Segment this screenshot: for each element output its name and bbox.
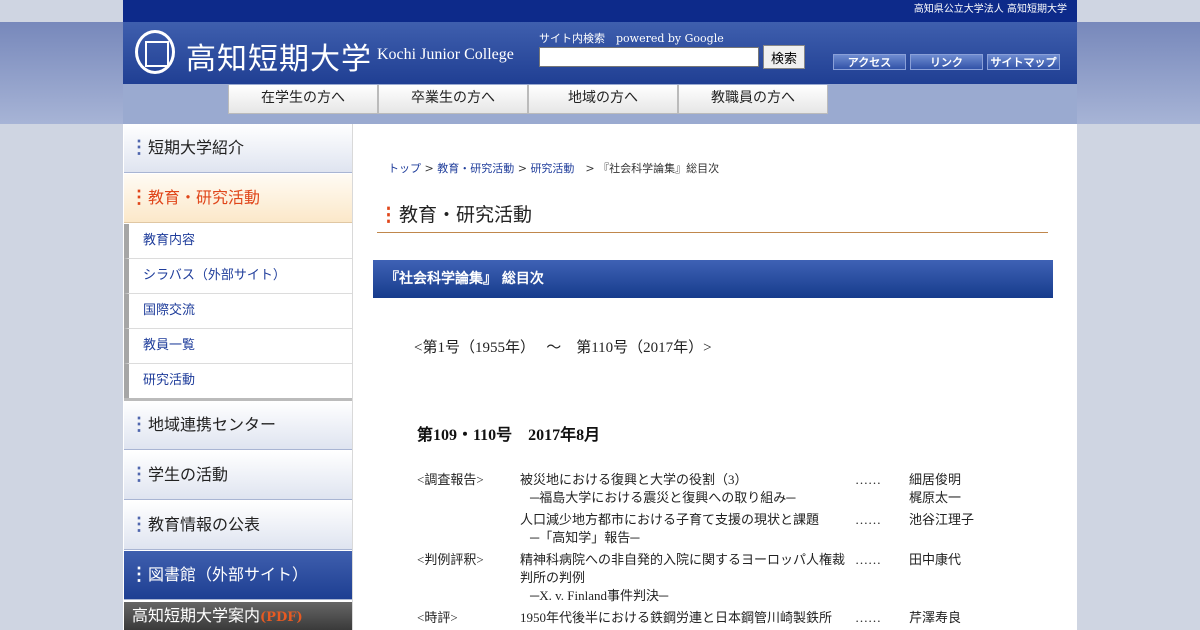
header-side-band <box>1077 22 1200 124</box>
breadcrumb-separator: > <box>574 162 599 175</box>
toc-author: 梶原太一 <box>909 490 962 505</box>
issue-range: <第1号（1955年） ～ 第110号（2017年）> <box>414 340 712 356</box>
toc-author: 細居俊明 <box>909 472 962 487</box>
guide-pdf-banner[interactable]: 高知短期大学案内(PDF) <box>124 602 352 630</box>
breadcrumb-top-link[interactable]: トップ <box>388 162 421 175</box>
toc-subtitle: ─「高知学」報告─ <box>530 530 640 545</box>
banner-pdf-label: (PDF) <box>260 610 303 625</box>
toc-leader: …… <box>855 512 881 527</box>
sidebar-subitem-curriculum[interactable]: 教育内容 <box>124 224 352 259</box>
toc-category: <調査報告> <box>417 472 484 487</box>
sidebar-subitem-faculty[interactable]: 教員一覧 <box>124 329 352 364</box>
page-background <box>1077 0 1200 22</box>
banner-text: 高知短期大学案内 <box>132 606 261 625</box>
nav-tab-graduates[interactable]: 卒業生の方へ <box>378 85 528 114</box>
toc-leader: …… <box>855 472 881 487</box>
header-side-band <box>0 22 123 124</box>
issue-heading: 第109・110号 2017年8月 <box>417 427 601 444</box>
sidebar-subitem-international[interactable]: 国際交流 <box>124 294 352 329</box>
breadcrumb: トップ > 教育・研究活動 > 研究活動 > 『社会科学論集』総目次 <box>388 160 719 176</box>
toc-title: 被災地における復興と大学の役割（3） <box>520 472 748 487</box>
search-label: サイト内検索 powered by Google <box>539 32 724 45</box>
sidebar-item-disclosure[interactable]: 教育情報の公表 <box>124 501 352 550</box>
toc-title: 人口減少地方都市における子育て支援の現状と課題 <box>520 512 820 527</box>
toc-subtitle: ─X. v. Finland事件判決─ <box>530 588 669 603</box>
toc-title: 精神科病院への非自発的入院に関するヨーロッパ人権裁 <box>520 552 846 567</box>
org-name: 高知県公立大学法人 高知短期大学 <box>913 4 1067 15</box>
sidebar-item-student-activities[interactable]: 学生の活動 <box>124 451 352 500</box>
toc-leader: …… <box>855 610 881 625</box>
divider <box>352 124 353 630</box>
toc-leader: …… <box>855 552 881 567</box>
college-seal-icon[interactable] <box>135 30 175 74</box>
toc-author: 田中康代 <box>909 552 962 567</box>
breadcrumb-education-link[interactable]: 教育・研究活動 <box>437 162 514 175</box>
top-bar: 高知県公立大学法人 高知短期大学 <box>123 0 1077 22</box>
nav-tab-community[interactable]: 地域の方へ <box>528 85 678 114</box>
search-button[interactable]: 検索 <box>763 45 805 69</box>
access-button[interactable]: アクセス <box>833 54 906 70</box>
breadcrumb-current: 『社会科学論集』総目次 <box>598 162 720 175</box>
section-title: 『社会科学論集』 総目次 <box>373 260 1053 298</box>
sitemap-button[interactable]: サイトマップ <box>987 54 1060 70</box>
toc-subtitle: ─福島大学における震災と復興への取り組み─ <box>530 490 796 505</box>
breadcrumb-separator: > <box>421 162 438 175</box>
nav-tab-staff[interactable]: 教職員の方へ <box>678 85 828 114</box>
toc-category: <時評> <box>417 610 458 625</box>
breadcrumb-separator: > <box>514 162 531 175</box>
toc-author: 芹澤寿良 <box>909 610 962 625</box>
toc-category: <判例評釈> <box>417 552 484 567</box>
logo-text-jp[interactable]: 高知短期大学 <box>186 34 372 78</box>
sidebar-item-regional-center[interactable]: 地域連携センター <box>124 401 352 450</box>
page-background <box>0 0 123 22</box>
sidebar-item-about[interactable]: 短期大学紹介 <box>124 124 352 173</box>
sidebar-item-library[interactable]: 図書館（外部サイト） <box>124 551 352 600</box>
logo-text-en[interactable]: Kochi Junior College <box>377 46 514 64</box>
sidebar-subitem-syllabus[interactable]: シラバス（外部サイト） <box>124 259 352 294</box>
nav-tab-students[interactable]: 在学生の方へ <box>228 85 378 114</box>
sidebar-item-education[interactable]: 教育・研究活動 <box>124 174 352 223</box>
link-button[interactable]: リンク <box>910 54 983 70</box>
page-title: 教育・研究活動 <box>377 200 1048 233</box>
sidebar-subitem-research[interactable]: 研究活動 <box>124 364 352 399</box>
toc-author: 池谷江理子 <box>909 512 975 527</box>
breadcrumb-research-link[interactable]: 研究活動 <box>530 162 574 175</box>
toc-title: 1950年代後半における鉄鋼労連と日本鋼管川崎製鉄所 <box>520 610 833 625</box>
toc-title-cont: 判所の判例 <box>520 570 586 585</box>
search-input[interactable] <box>539 47 759 67</box>
